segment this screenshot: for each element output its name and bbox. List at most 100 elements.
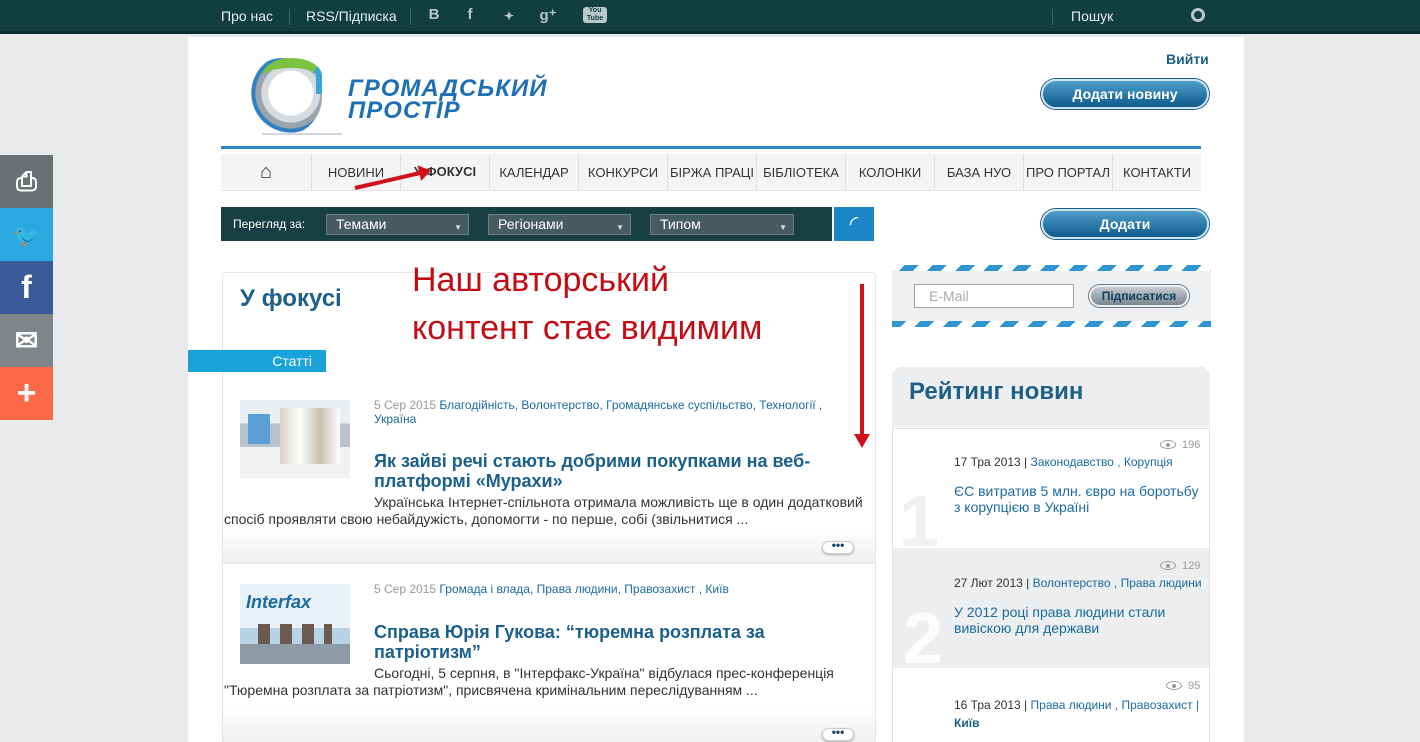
- rating-meta: 27 Лют 2013 | Волонтерство , Права людин…: [954, 576, 1202, 590]
- divider: [1052, 9, 1053, 25]
- article-meta: 5 Сер 2015 Благодійність, Волонтерство, …: [374, 398, 844, 426]
- rating-date: 27 Лют 2013 |: [954, 576, 1030, 590]
- regions-select-value: Регіонами: [498, 216, 564, 232]
- about-link[interactable]: Про нас: [221, 8, 273, 24]
- article-thumbnail[interactable]: Interfax: [240, 584, 350, 664]
- article-description: Сьогодні, 5 серпня, в "Інтерфакс-Україна…: [224, 665, 834, 698]
- article-date: 5 Сер 2015: [374, 582, 437, 596]
- type-select[interactable]: Типом ▼: [650, 214, 794, 235]
- rating-title: Рейтинг новин: [909, 378, 1084, 405]
- nav-item-contacts[interactable]: КОНТАКТИ: [1112, 154, 1201, 191]
- subscribe-button[interactable]: Підписатися: [1089, 285, 1189, 307]
- article-tags[interactable]: Громада і влада, Права людини, Правозахи…: [439, 582, 728, 596]
- print-icon: ⎙: [16, 166, 37, 196]
- tab-articles[interactable]: Статті: [188, 350, 326, 372]
- nav-item-jobs[interactable]: БІРЖА ПРАЦІ: [667, 154, 756, 191]
- rating-tags[interactable]: Законодавство , Корупція: [1031, 455, 1173, 469]
- article-tags[interactable]: Благодійність, Волонтерство, Громадянськ…: [439, 398, 822, 412]
- rss-button[interactable]: ◜: [834, 207, 874, 241]
- print-button[interactable]: ⎙: [0, 155, 53, 208]
- article-tag-region[interactable]: Україна: [374, 412, 416, 426]
- eye-icon: [1166, 681, 1182, 690]
- rating-link[interactable]: ЄС витратив 5 млн. євро на боротьбу з ко…: [954, 483, 1204, 515]
- nav-item-columns[interactable]: КОЛОНКИ: [845, 154, 934, 191]
- mail-icon: ✉: [14, 325, 39, 356]
- thumbnail-detail: [248, 414, 270, 444]
- rating-link[interactable]: У 2012 році права людини стали вивіскою …: [954, 604, 1204, 636]
- thumbnail-detail: [258, 624, 332, 644]
- article-title[interactable]: Справа Юрія Гукова: “тюремна розплата за…: [374, 622, 794, 662]
- themes-select[interactable]: Темами ▼: [326, 214, 469, 235]
- rating-tag-region[interactable]: Київ: [954, 716, 979, 730]
- more-button[interactable]: •••: [822, 539, 854, 554]
- facebook-icon: f: [21, 269, 32, 305]
- article-thumbnail[interactable]: [240, 400, 350, 478]
- article-description: Українська Інтернет-спільнота отримала м…: [224, 494, 863, 527]
- thumbnail-detail: [280, 408, 340, 464]
- type-select-value: Типом: [660, 216, 701, 232]
- twitter-share-button[interactable]: 🐦: [0, 208, 53, 261]
- logo-arc-icon: [262, 58, 322, 94]
- youtube-icon[interactable]: You Tube: [583, 7, 607, 23]
- thumbnail-text: Interfax: [246, 592, 312, 612]
- filter-label: Перегляд за:: [233, 217, 306, 231]
- rating-tags[interactable]: Права людини , Правозахист |: [1031, 698, 1200, 712]
- logo-line2: ПРОСТІР: [348, 97, 461, 124]
- row-fade: [223, 706, 875, 742]
- rss-icon: ◜: [849, 211, 859, 236]
- views-value: 95: [1188, 680, 1201, 692]
- top-bar: Про нас RSS/Підписка В f ✦ g⁺ You Tube П…: [0, 0, 1420, 34]
- facebook-icon[interactable]: f: [461, 6, 479, 23]
- annotation-line2: контент стає видимим: [412, 309, 763, 347]
- google-plus-icon[interactable]: g⁺: [539, 6, 557, 24]
- article-meta: 5 Сер 2015 Громада і влада, Права людини…: [374, 582, 844, 596]
- email-share-button[interactable]: ✉: [0, 314, 53, 367]
- nav-home-icon[interactable]: ⌂: [221, 154, 311, 191]
- views-value: 196: [1182, 439, 1201, 451]
- nav-item-about-portal[interactable]: ПРО ПОРТАЛ: [1023, 154, 1112, 191]
- twitter-icon[interactable]: ✦: [500, 9, 518, 23]
- divider: [223, 563, 875, 564]
- divider: [289, 9, 290, 25]
- view-count: 129: [1160, 560, 1200, 572]
- rating-meta: 17 Тра 2013 | Законодавство , Корупція: [954, 455, 1173, 469]
- chevron-down-icon: ▼: [616, 223, 624, 232]
- nav-item-library[interactable]: БІБЛІОТЕКА: [756, 154, 845, 191]
- article-date: 5 Сер 2015: [374, 398, 437, 412]
- plus-icon: +: [16, 374, 37, 412]
- facebook-share-button[interactable]: f: [0, 261, 53, 314]
- logo-text[interactable]: ГРОМАДСЬКИЙ ПРОСТІР: [348, 77, 548, 124]
- nav-item-contests[interactable]: КОНКУРСИ: [578, 154, 667, 191]
- annotation-line1: Наш авторський: [412, 261, 669, 299]
- eye-icon: [1160, 561, 1176, 570]
- divider: [410, 9, 411, 25]
- annotation-text: Наш авторський контент стає видимим: [412, 256, 762, 352]
- section-title: У фокусі: [240, 285, 342, 312]
- more-share-button[interactable]: +: [0, 367, 53, 420]
- rating-date: 17 Тра 2013 |: [954, 455, 1028, 469]
- rss-link[interactable]: RSS/Підписка: [306, 8, 397, 24]
- logout-link[interactable]: Вийти: [1166, 51, 1209, 67]
- view-count: 95: [1166, 680, 1200, 692]
- view-count: 196: [1160, 439, 1200, 451]
- nav-top-line: [221, 146, 1201, 149]
- regions-select[interactable]: Регіонами ▼: [488, 214, 631, 235]
- search-label[interactable]: Пошук: [1071, 8, 1113, 24]
- article-title[interactable]: Як зайві речі стають добрими покупками н…: [374, 451, 844, 491]
- vk-icon[interactable]: В: [425, 6, 443, 23]
- email-input[interactable]: E-Mail: [914, 284, 1074, 308]
- add-news-button[interactable]: Додати новину: [1041, 79, 1209, 109]
- themes-select-value: Темами: [336, 216, 387, 232]
- eye-icon: [1160, 440, 1176, 449]
- twitter-icon: 🐦: [12, 223, 41, 248]
- annotation-arrow-down-icon: [854, 284, 870, 448]
- rating-tags[interactable]: Волонтерство , Права людини: [1033, 576, 1202, 590]
- logo-underline: [262, 133, 342, 135]
- more-button[interactable]: •••: [822, 726, 854, 741]
- nav-item-ngo-base[interactable]: БАЗА НУО: [934, 154, 1023, 191]
- nav-item-calendar[interactable]: КАЛЕНДАР: [489, 154, 578, 191]
- views-value: 129: [1182, 560, 1201, 572]
- add-button[interactable]: Додати: [1041, 209, 1209, 239]
- search-icon[interactable]: [1191, 8, 1205, 22]
- filter-bar: Перегляд за: Темами ▼ Регіонами ▼ Типом ▼: [221, 207, 832, 241]
